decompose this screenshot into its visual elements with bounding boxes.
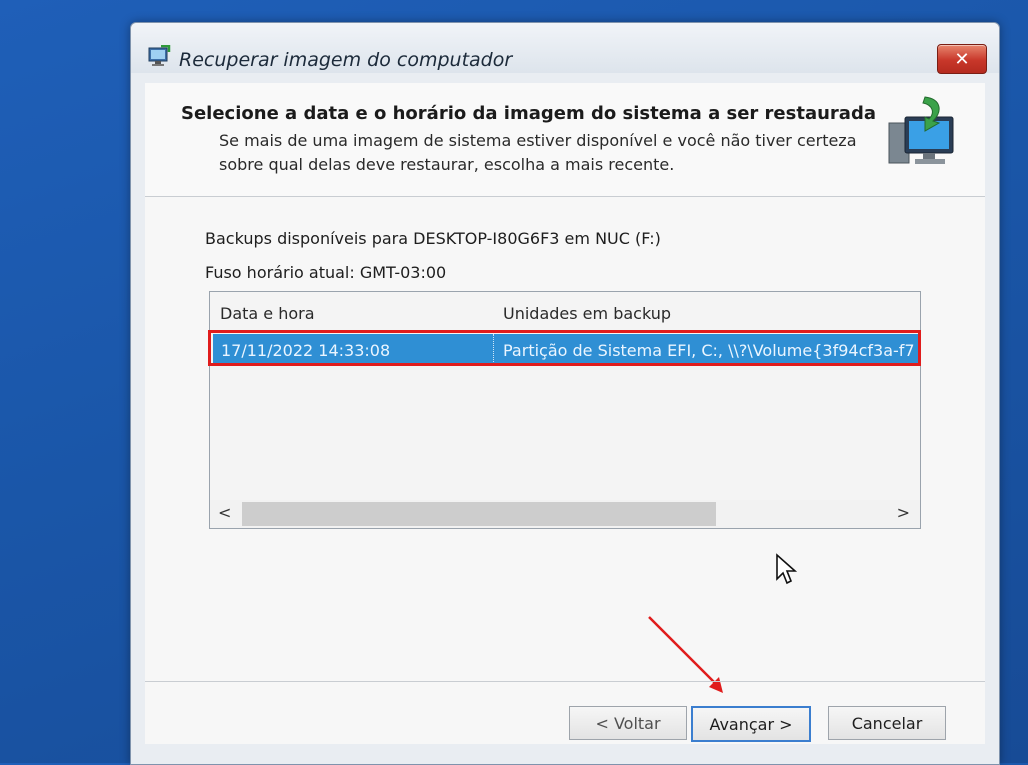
next-button[interactable]: Avançar >: [691, 706, 811, 742]
wizard-header: Selecione a data e o horário da imagem d…: [145, 83, 985, 197]
timezone-label: Fuso horário atual: GMT-03:00: [205, 263, 447, 282]
backup-list[interactable]: Data e hora Unidades em backup 17/11/202…: [208, 291, 921, 529]
wizard-content: Selecione a data e o horário da imagem d…: [145, 83, 985, 744]
back-button[interactable]: < Voltar: [569, 706, 687, 740]
system-image-restore-icon: [888, 96, 954, 164]
title-bar[interactable]: Recuperar imagem do computador ✕: [131, 23, 999, 74]
backups-available-label: Backups disponíveis para DESKTOP-I80G6F3…: [205, 229, 661, 248]
page-heading: Selecione a data e o horário da imagem d…: [181, 103, 876, 124]
close-icon: ✕: [954, 48, 970, 70]
scroll-thumb[interactable]: [242, 502, 716, 526]
page-description: Se mais de uma imagem de sistema estiver…: [219, 131, 857, 174]
scroll-right-icon[interactable]: >: [897, 503, 910, 522]
footer-divider: [145, 681, 985, 682]
red-arrow-annotation-icon: [648, 616, 723, 693]
restore-window: Recuperar imagem do computador ✕ Selecio…: [130, 22, 1000, 765]
list-header: Data e hora Unidades em backup: [210, 292, 920, 330]
scroll-left-icon[interactable]: <: [218, 503, 231, 522]
mouse-cursor-icon: [776, 553, 798, 585]
cancel-button[interactable]: Cancelar: [828, 706, 946, 740]
column-date[interactable]: Data e hora: [220, 304, 315, 323]
restore-computer-icon: [148, 45, 171, 66]
window-title: Recuperar imagem do computador: [179, 49, 513, 71]
selection-highlight-annotation: [208, 330, 921, 366]
column-drives[interactable]: Unidades em backup: [503, 304, 671, 323]
horizontal-scrollbar[interactable]: < >: [210, 500, 920, 528]
close-button[interactable]: ✕: [937, 44, 987, 74]
